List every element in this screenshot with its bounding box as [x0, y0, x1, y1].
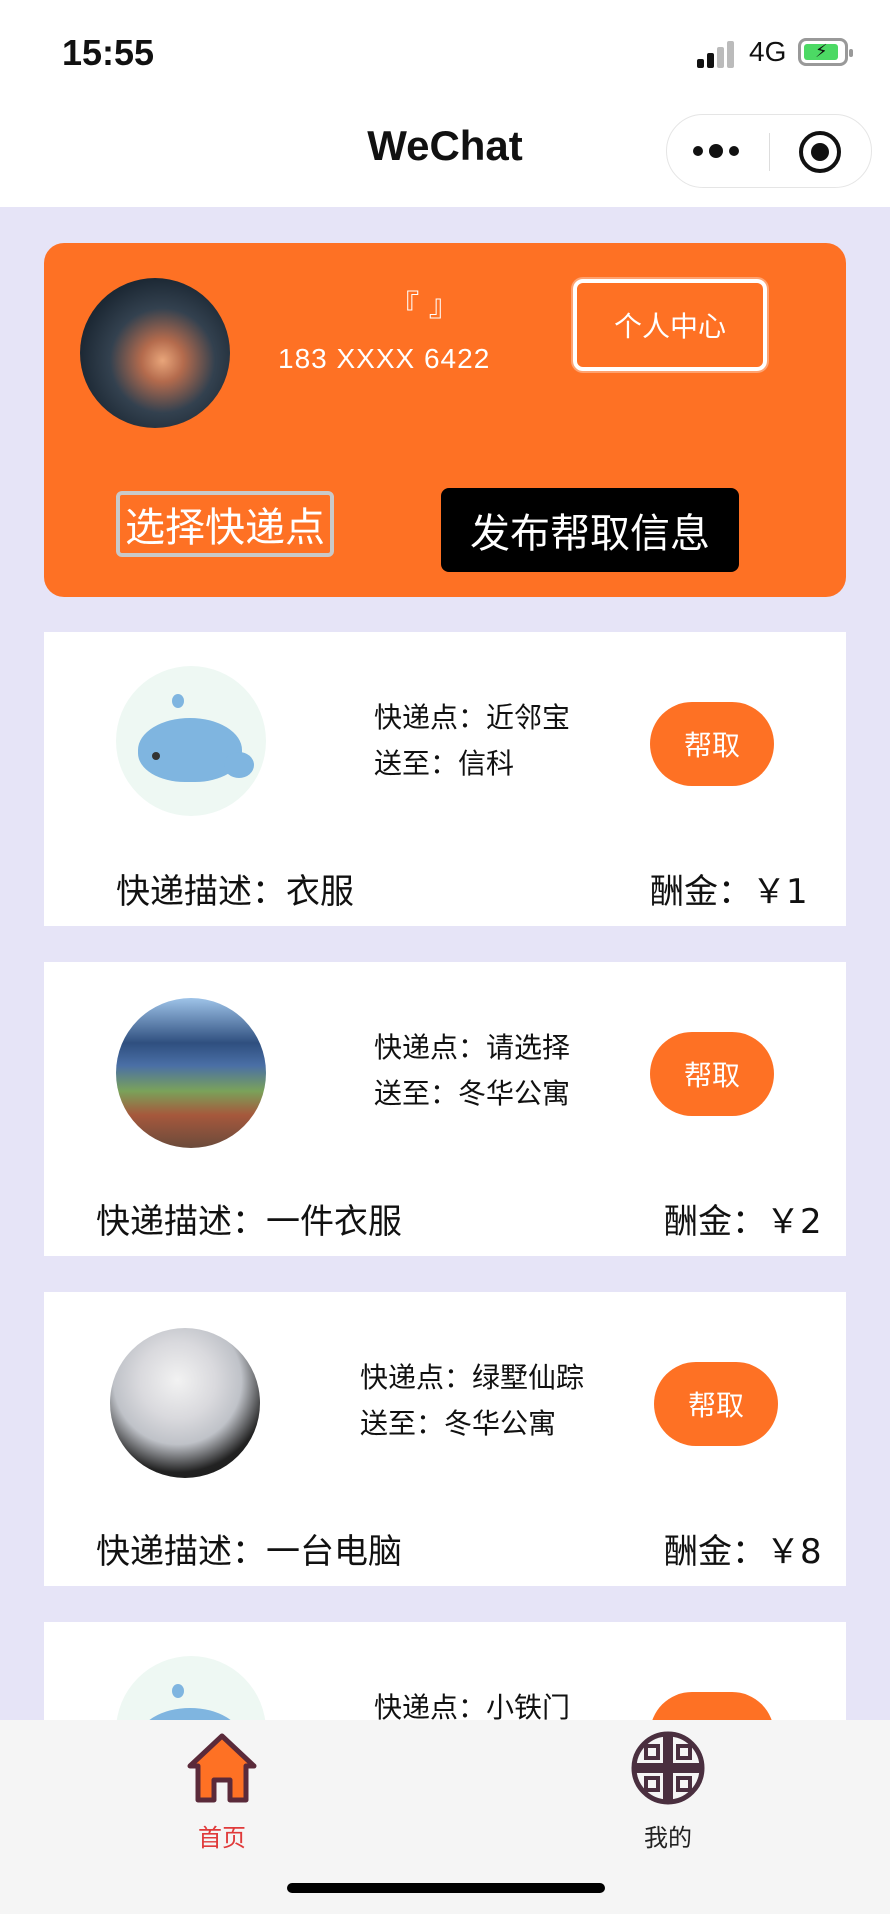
publish-request-button[interactable]: 发布帮取信息 [441, 488, 739, 572]
more-icon[interactable] [693, 137, 749, 165]
pickup-point: 快递点：请选择 [374, 1031, 571, 1064]
tab-home-label: 首页 [198, 1824, 246, 1852]
user-name: 『 』 [389, 289, 459, 324]
pickup-point: 快递点：绿墅仙踪 [360, 1361, 585, 1394]
reward-amount: 酬金：￥1 [650, 872, 808, 912]
profile-center-button[interactable]: 个人中心 [573, 279, 767, 371]
package-description: 快递描述：一件衣服 [96, 1202, 402, 1242]
status-bar: 15:55 4G ⚡ [0, 0, 890, 100]
user-header-card: 『 』 183 XXXX 6422 个人中心 选择快递点 发布帮取信息 [44, 243, 846, 597]
network-label: 4G [749, 36, 787, 67]
avatar [116, 998, 266, 1148]
task-card: 快递点：绿墅仙踪 送至：冬华公寓 帮取 快递描述：一台电脑 酬金：￥8 [44, 1292, 846, 1586]
tab-mine-label: 我的 [644, 1824, 692, 1852]
reward-amount: 酬金：￥2 [664, 1202, 822, 1242]
status-time: 15:55 [62, 32, 155, 73]
capsule-divider [769, 133, 770, 171]
deliver-to: 送至：信科 [374, 747, 515, 780]
tab-home[interactable]: 首页 [142, 1730, 302, 1852]
deliver-to: 送至：冬华公寓 [360, 1407, 557, 1440]
avatar [116, 666, 266, 816]
pickup-point: 快递点：小铁门 [374, 1691, 571, 1720]
help-pickup-button[interactable] [650, 1692, 774, 1720]
help-pickup-button[interactable]: 帮取 [650, 1032, 774, 1116]
package-description: 快递描述：衣服 [116, 872, 354, 912]
target-icon[interactable] [799, 131, 841, 173]
battery-icon: ⚡ [798, 38, 853, 66]
task-card: 快递点：小铁门 [44, 1622, 846, 1720]
tab-mine[interactable]: 我的 [588, 1730, 748, 1852]
select-pickup-point-button[interactable]: 选择快递点 [116, 491, 334, 557]
avatar [116, 1656, 266, 1720]
deliver-to: 送至：冬华公寓 [374, 1077, 571, 1110]
grid-icon [631, 1731, 705, 1805]
mini-program-capsule [666, 114, 872, 188]
avatar [110, 1328, 260, 1478]
user-phone: 183 XXXX 6422 [278, 343, 491, 374]
reward-amount: 酬金：￥8 [664, 1532, 822, 1572]
pickup-point: 快递点：近邻宝 [374, 701, 571, 734]
nav-bar: WeChat [0, 100, 890, 207]
home-indicator [287, 1883, 605, 1893]
help-pickup-button[interactable]: 帮取 [654, 1362, 778, 1446]
avatar[interactable] [80, 278, 230, 428]
home-icon [187, 1733, 257, 1803]
signal-icon [697, 40, 737, 68]
package-description: 快递描述：一台电脑 [96, 1532, 402, 1572]
task-card: 快递点：近邻宝 送至：信科 帮取 快递描述：衣服 酬金：￥1 [44, 632, 846, 926]
task-card: 快递点：请选择 送至：冬华公寓 帮取 快递描述：一件衣服 酬金：￥2 [44, 962, 846, 1256]
help-pickup-button[interactable]: 帮取 [650, 702, 774, 786]
